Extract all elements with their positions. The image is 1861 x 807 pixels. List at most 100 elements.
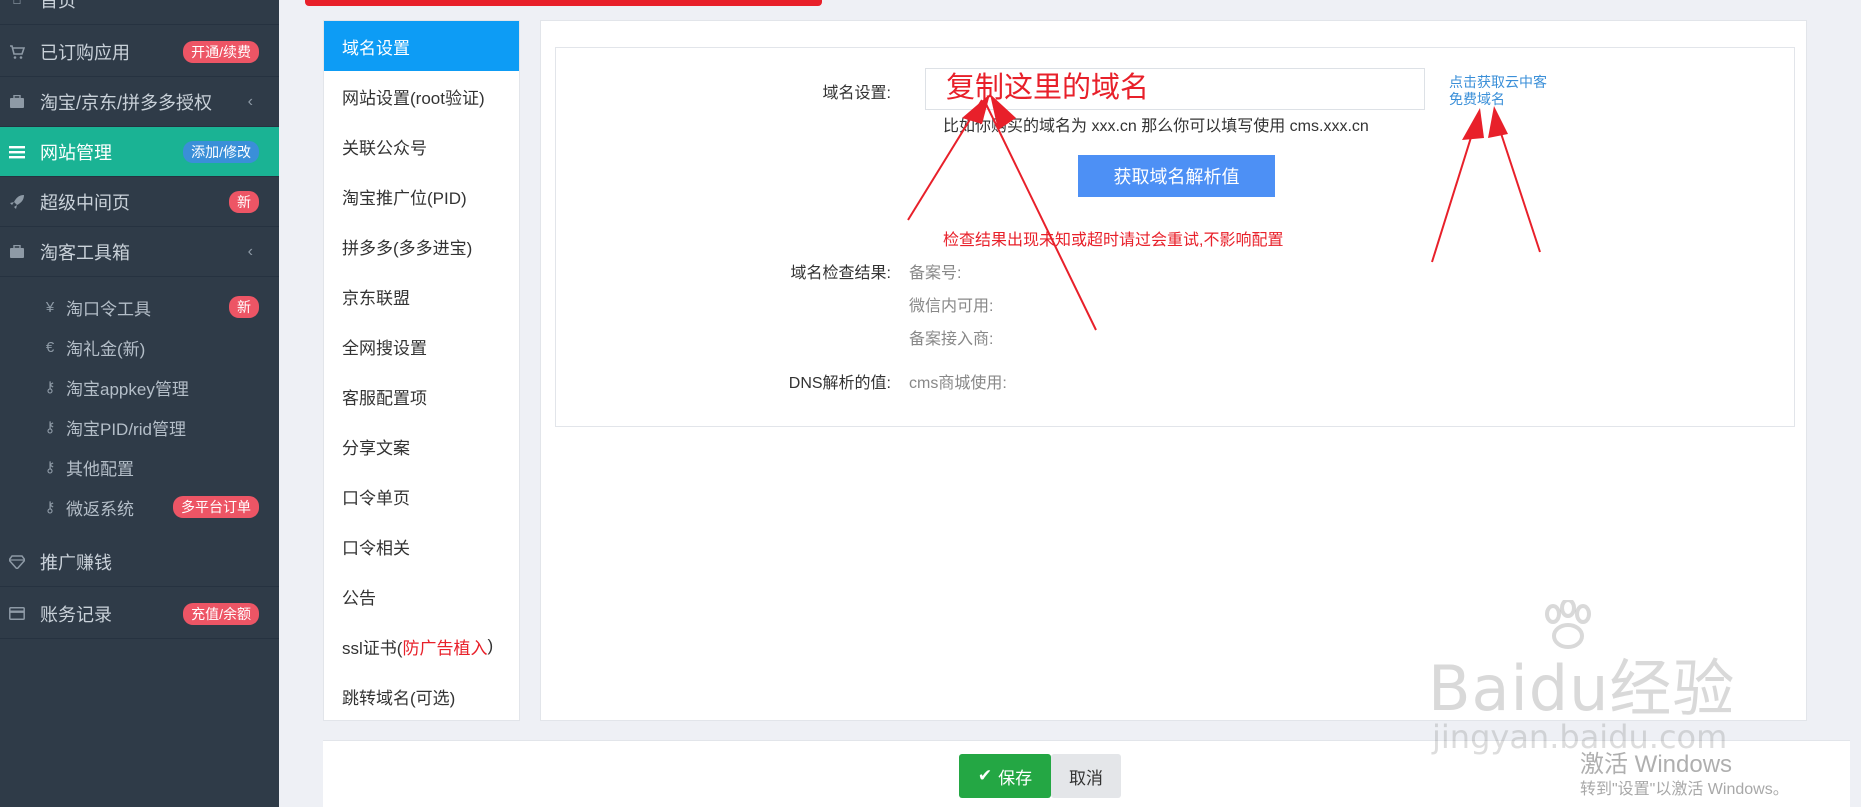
record-number: 备案号: [909,265,962,282]
check-icon: ✔ [977,766,993,785]
menu-item-pinduoduo[interactable]: 拼多多(多多进宝) [324,221,519,271]
add-edit-badge: 添加/修改 [183,140,259,163]
sidebar: ⌂ 首页 已订购应用 开通/续费 淘宝/京东/拼多多授权 ‹ 网站管理 添加/修… [0,0,279,807]
wechat-usable: 微信内可用: [909,298,994,315]
menu-item-command-page[interactable]: 口令单页 [324,471,519,521]
menu-item-redirect-domain[interactable]: 跳转域名(可选) [324,671,519,721]
menu-item-label: 客服配置项 [342,388,427,408]
menu-item-label: 关联公众号 [342,138,427,158]
menu-item-label: 网站设置(root验证) [342,88,485,108]
menu-item-label: ssl证书( [342,638,403,658]
dns-value: cms商城使用: [909,375,1007,392]
domain-label: 域名设置: [822,85,891,102]
menu-item-official-account[interactable]: 关联公众号 [324,121,519,171]
menu-item-site-settings[interactable]: 网站设置(root验证) [324,71,519,121]
menu-item-taobao-pid[interactable]: 淘宝推广位(PID) [324,171,519,221]
briefcase-icon [8,93,26,111]
chevron-left-icon: ‹ [247,242,253,260]
menu-item-label: 全网搜设置 [342,338,427,358]
save-label: 保存 [998,768,1033,788]
domain-hint: 比如你购买的域名为 xxx.cn 那么你可以填写使用 cms.xxx.cn [943,118,1369,135]
sidebar-subitem-taokouling[interactable]: ¥ 淘口令工具 新 [0,287,279,327]
sidebar-item-label: 网站管理 [40,142,112,163]
menu-item-ssl[interactable]: ssl证书(防广告植入) [324,621,519,671]
check-note: 检查结果出现未知或超时请过会重试,不影响配置 [943,232,1284,249]
dns-label: DNS解析的值: [788,375,891,392]
sidebar-item-super-middle-page[interactable]: 超级中间页 新 [0,177,279,227]
sidebar-subitem-label: 淘宝appkey管理 [66,379,189,399]
menu-item-label: 口令相关 [342,538,410,558]
chevron-left-icon: ‹ [247,92,253,110]
sidebar-subitem-label: 淘口令工具 [66,299,151,319]
new-badge: 新 [229,296,259,318]
menu-item-announcement[interactable]: 公告 [324,571,519,621]
sidebar-item-toolbox[interactable]: 淘客工具箱 ‹ [0,227,279,277]
get-dns-button[interactable]: 获取域名解析值 [1078,155,1275,197]
sidebar-subitem-label: 淘礼金(新) [66,339,146,359]
check-result-label: 域名检查结果: [790,265,891,282]
menu-item-label: 口令单页 [342,488,410,508]
annotation-red-bar [305,0,822,6]
multi-platform-badge: 多平台订单 [173,496,259,518]
menu-item-suffix: ) [487,636,494,655]
menu-item-domain[interactable]: 域名设置 [324,21,519,71]
sidebar-item-authorization[interactable]: 淘宝/京东/拼多多授权 ‹ [0,77,279,127]
menu-item-jd-union[interactable]: 京东联盟 [324,271,519,321]
free-domain-link[interactable]: 点击获取云中客免费域名 [1449,74,1549,108]
windows-activation-title: 激活 Windows [1580,751,1733,778]
sidebar-item-promotion[interactable]: 推广赚钱 [0,537,279,587]
euro-icon: € [45,338,55,356]
menu-item-label: 域名设置 [342,38,410,58]
sidebar-subitem-label: 其他配置 [66,459,134,479]
cancel-button[interactable]: 取消 [1051,754,1121,798]
domain-input[interactable] [925,68,1425,110]
key-icon: ⚷ [44,419,56,436]
record-provider: 备案接入商: [909,331,994,348]
sidebar-item-subscribed-apps[interactable]: 已订购应用 开通/续费 [0,27,279,77]
sidebar-subitem-pid-rid[interactable]: ⚷ 淘宝PID/rid管理 [0,407,279,447]
sidebar-subitem-label: 微返系统 [66,499,134,519]
sidebar-item-label: 账务记录 [40,604,112,625]
sidebar-subitem-other-config[interactable]: ⚷ 其他配置 [0,447,279,487]
menu-icon [8,143,26,161]
windows-activation-hint: 转到"设置"以激活 Windows。 [1580,781,1789,798]
key-icon: ⚷ [44,499,56,516]
sidebar-item-home[interactable]: ⌂ 首页 [0,0,279,25]
renew-badge: 开通/续费 [183,40,259,63]
toolbox-icon [8,243,26,261]
menu-item-label: 分享文案 [342,438,410,458]
sidebar-subitem-appkey[interactable]: ⚷ 淘宝appkey管理 [0,367,279,407]
menu-item-global-search[interactable]: 全网搜设置 [324,321,519,371]
new-badge: 新 [229,190,259,213]
sidebar-subitem-weifan[interactable]: ⚷ 微返系统 多平台订单 [0,487,279,527]
home-icon: ⌂ [8,0,26,9]
menu-item-share-text[interactable]: 分享文案 [324,421,519,471]
sidebar-item-label: 超级中间页 [40,192,130,213]
menu-item-command-related[interactable]: 口令相关 [324,521,519,571]
sidebar-subitem-label: 淘宝PID/rid管理 [66,419,186,439]
sidebar-item-label: 淘宝/京东/拼多多授权 [40,92,213,113]
recharge-badge: 充值/余额 [183,602,259,625]
domain-settings-form: 域名设置: 复制这里的域名 比如你购买的域名为 xxx.cn 那么你可以填写使用… [555,47,1795,427]
sidebar-item-label: 淘客工具箱 [40,242,130,263]
card-icon [8,605,26,623]
menu-item-label: 公告 [342,588,376,608]
menu-item-customer-service[interactable]: 客服配置项 [324,371,519,421]
diamond-icon [8,553,26,571]
key-icon: ⚷ [44,379,56,396]
settings-menu: 域名设置 网站设置(root验证) 关联公众号 淘宝推广位(PID) 拼多多(多… [323,20,520,721]
menu-item-warning: 防广告植入 [402,638,488,658]
sidebar-item-label: 推广赚钱 [40,552,112,573]
save-button[interactable]: ✔ 保存 [959,754,1051,798]
sidebar-item-billing[interactable]: 账务记录 充值/余额 [0,589,279,639]
cart-icon [8,43,26,61]
sidebar-item-site-management[interactable]: 网站管理 添加/修改 [0,127,279,177]
menu-item-label: 跳转域名(可选) [342,688,456,708]
menu-item-label: 淘宝推广位(PID) [342,188,467,208]
sidebar-subitem-taolijin[interactable]: € 淘礼金(新) [0,327,279,367]
menu-item-label: 京东联盟 [342,288,410,308]
yen-icon: ¥ [45,298,55,316]
rocket-icon [8,193,26,211]
menu-item-label: 拼多多(多多进宝) [342,238,473,258]
key-icon: ⚷ [44,459,56,476]
